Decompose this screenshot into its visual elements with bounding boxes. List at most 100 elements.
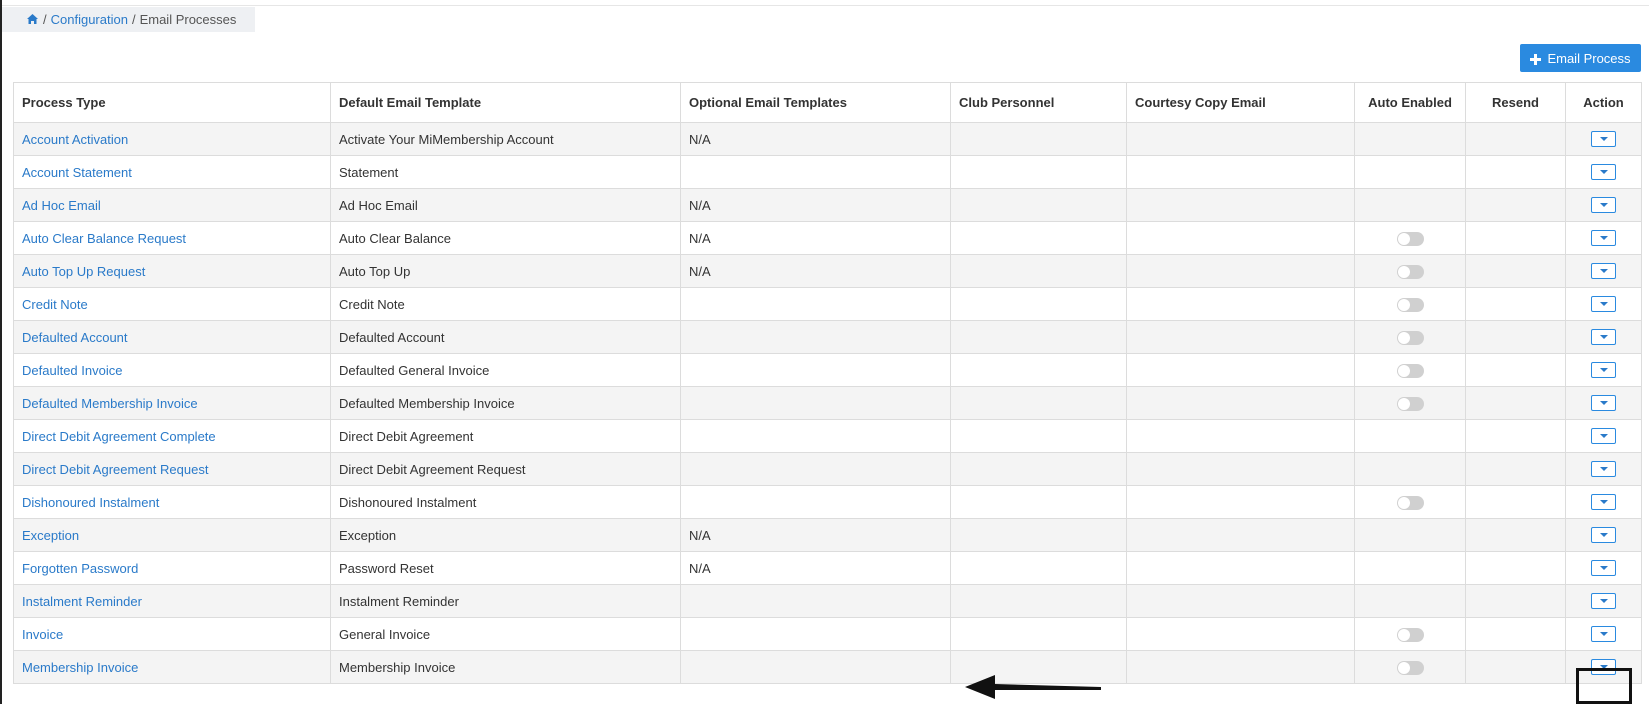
process-type-link[interactable]: Ad Hoc Email (22, 198, 101, 213)
courtesy-copy-cell (1126, 287, 1355, 321)
club-personnel-cell (950, 188, 1127, 222)
courtesy-copy-cell (1126, 254, 1355, 288)
action-dropdown-button[interactable] (1591, 593, 1616, 610)
process-type-link[interactable]: Direct Debit Agreement Complete (22, 429, 216, 444)
add-email-process-button[interactable]: Email Process (1520, 44, 1641, 72)
process-type-link[interactable]: Account Statement (22, 165, 132, 180)
table-row: Forgotten Password Password Reset N/A (13, 551, 1642, 585)
column-header-club-personnel[interactable]: Club Personnel (950, 82, 1127, 123)
breadcrumb-configuration-link[interactable]: Configuration (51, 12, 128, 27)
column-header-default-template[interactable]: Default Email Template (330, 82, 681, 123)
action-dropdown-button[interactable] (1591, 296, 1616, 313)
auto-enabled-cell (1354, 287, 1466, 321)
courtesy-copy-cell (1126, 221, 1355, 255)
optional-templates-cell (680, 287, 951, 321)
default-template-cell: Credit Note (330, 287, 681, 321)
optional-templates-cell (680, 584, 951, 618)
column-header-process-type[interactable]: Process Type (13, 82, 331, 123)
action-cell (1565, 254, 1642, 288)
auto-enabled-toggle[interactable] (1396, 495, 1424, 510)
auto-enabled-toggle[interactable] (1396, 330, 1424, 345)
action-dropdown-button[interactable] (1591, 527, 1616, 544)
process-type-link[interactable]: Direct Debit Agreement Request (22, 462, 208, 477)
action-dropdown-button[interactable] (1591, 263, 1616, 280)
action-dropdown-button[interactable] (1591, 362, 1616, 379)
process-type-link[interactable]: Invoice (22, 627, 63, 642)
plus-icon (1530, 53, 1542, 65)
club-personnel-cell (950, 617, 1127, 651)
process-type-link[interactable]: Dishonoured Instalment (22, 495, 159, 510)
optional-templates-cell: N/A (680, 518, 951, 552)
process-type-link[interactable]: Defaulted Account (22, 330, 128, 345)
action-dropdown-button[interactable] (1591, 230, 1616, 247)
process-type-link[interactable]: Credit Note (22, 297, 88, 312)
auto-enabled-toggle[interactable] (1396, 264, 1424, 279)
action-dropdown-button[interactable] (1591, 626, 1616, 643)
auto-enabled-toggle[interactable] (1396, 627, 1424, 642)
column-header-resend[interactable]: Resend (1465, 82, 1566, 123)
action-dropdown-button[interactable] (1591, 461, 1616, 478)
default-template-cell: Auto Top Up (330, 254, 681, 288)
auto-enabled-cell (1354, 221, 1466, 255)
resend-cell (1465, 353, 1566, 387)
process-type-cell: Invoice (13, 617, 331, 651)
action-dropdown-button[interactable] (1591, 197, 1616, 214)
add-email-process-label: Email Process (1547, 50, 1631, 66)
action-dropdown-button[interactable] (1591, 560, 1616, 577)
auto-enabled-toggle[interactable] (1396, 297, 1424, 312)
optional-templates-cell (680, 155, 951, 189)
action-cell (1565, 287, 1642, 321)
process-type-link[interactable]: Instalment Reminder (22, 594, 142, 609)
table-row: Invoice General Invoice (13, 617, 1642, 651)
default-template-cell: Activate Your MiMembership Account (330, 122, 681, 156)
process-type-link[interactable]: Account Activation (22, 132, 128, 147)
column-header-optional-templates[interactable]: Optional Email Templates (680, 82, 951, 123)
action-dropdown-button[interactable] (1591, 395, 1616, 412)
club-personnel-cell (950, 419, 1127, 453)
process-type-link[interactable]: Forgotten Password (22, 561, 138, 576)
table-row: Defaulted Invoice Defaulted General Invoi… (13, 353, 1642, 387)
process-type-link[interactable]: Exception (22, 528, 79, 543)
auto-enabled-cell (1354, 617, 1466, 651)
resend-cell (1465, 320, 1566, 354)
resend-cell (1465, 287, 1566, 321)
action-dropdown-button[interactable] (1591, 428, 1616, 445)
action-dropdown-button[interactable] (1591, 494, 1616, 511)
auto-enabled-toggle[interactable] (1396, 231, 1424, 246)
auto-enabled-cell (1354, 485, 1466, 519)
breadcrumb: / Configuration / Email Processes (2, 7, 255, 32)
auto-enabled-toggle[interactable] (1396, 363, 1424, 378)
default-template-cell: Defaulted Account (330, 320, 681, 354)
process-type-link[interactable]: Auto Top Up Request (22, 264, 145, 279)
process-type-link[interactable]: Defaulted Membership Invoice (22, 396, 198, 411)
auto-enabled-toggle[interactable] (1396, 396, 1424, 411)
process-type-link[interactable]: Auto Clear Balance Request (22, 231, 186, 246)
default-template-cell: Instalment Reminder (330, 584, 681, 618)
action-dropdown-button[interactable] (1591, 164, 1616, 181)
optional-templates-cell (680, 452, 951, 486)
table-header-row: Process Type Default Email Template Opti… (13, 82, 1642, 123)
action-cell (1565, 452, 1642, 486)
column-header-auto-enabled[interactable]: Auto Enabled (1354, 82, 1466, 123)
table-row: Defaulted Account Defaulted Account (13, 320, 1642, 354)
breadcrumb-separator: / (131, 12, 136, 27)
table-row: Ad Hoc Email Ad Hoc Email N/A (13, 188, 1642, 222)
process-type-cell: Defaulted Invoice (13, 353, 331, 387)
column-header-courtesy-copy[interactable]: Courtesy Copy Email (1126, 82, 1355, 123)
resend-cell (1465, 188, 1566, 222)
breadcrumb-separator: / (43, 12, 47, 27)
action-dropdown-button[interactable] (1591, 131, 1616, 148)
resend-cell (1465, 584, 1566, 618)
auto-enabled-cell (1354, 584, 1466, 618)
optional-templates-cell (680, 386, 951, 420)
resend-cell (1465, 551, 1566, 585)
process-type-link[interactable]: Defaulted Invoice (22, 363, 122, 378)
resend-cell (1465, 485, 1566, 519)
default-template-cell: Defaulted Membership Invoice (330, 386, 681, 420)
action-dropdown-button[interactable] (1591, 329, 1616, 346)
home-icon[interactable] (26, 13, 39, 26)
auto-enabled-toggle[interactable] (1396, 660, 1424, 675)
process-type-cell: Auto Top Up Request (13, 254, 331, 288)
auto-enabled-cell (1354, 122, 1466, 156)
process-type-link[interactable]: Membership Invoice (22, 660, 138, 675)
